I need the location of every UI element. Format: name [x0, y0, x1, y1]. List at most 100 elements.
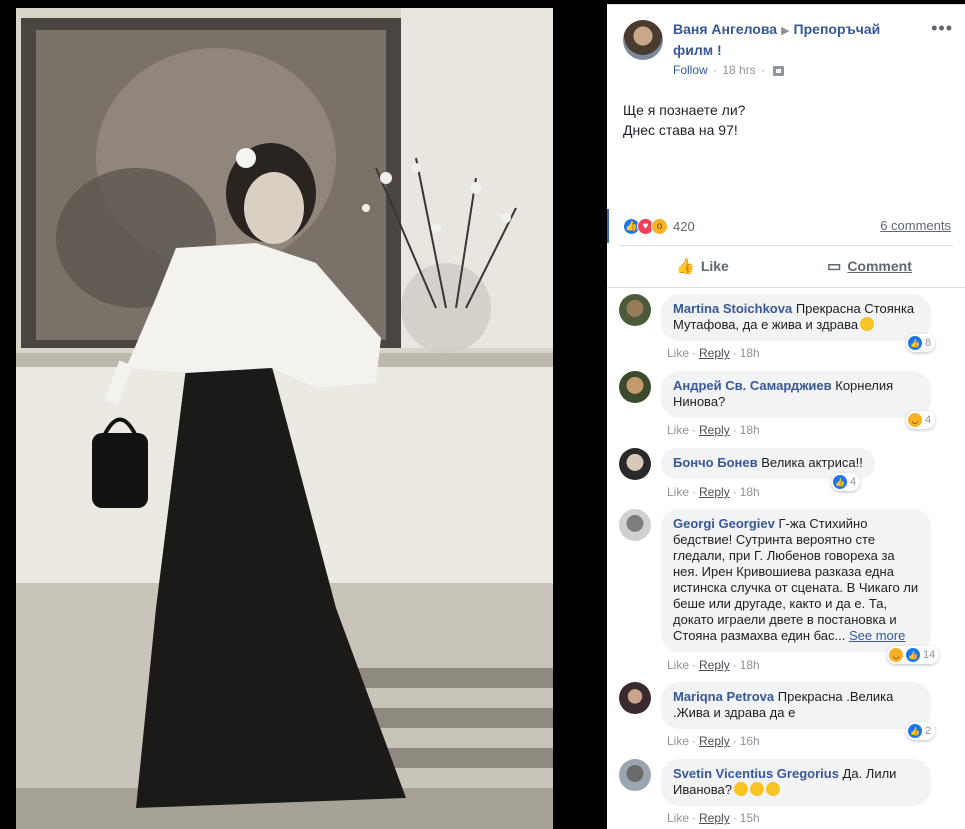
post-header: Ваня Ангелова ▶ Препоръчай филм ! Follow ·… [623, 19, 953, 80]
comment-icon: ▭ [827, 258, 842, 275]
comment-like-link[interactable]: Like [667, 346, 689, 360]
comment-reaction-count: 14 [923, 649, 936, 661]
comment-button[interactable]: ▭ Comment [786, 250, 953, 282]
privacy-icon[interactable] [773, 65, 785, 76]
commenter-avatar[interactable] [619, 294, 651, 326]
more-icon[interactable]: ••• [931, 19, 953, 37]
comment-reply-link[interactable]: Reply [699, 734, 730, 748]
action-separator: · [692, 658, 697, 672]
post-text-line: Днес става на 97! [623, 122, 738, 138]
comment-reactions[interactable]: 👍 8 [906, 334, 936, 352]
haha-reaction-icon: ◡ [889, 648, 903, 662]
comment-reaction-count: 4 [925, 414, 932, 426]
comment-bubble: Svetin Vicentius Gregorius Да. Лили Иван… [661, 759, 931, 806]
post-text-line: Ще я познаете ли? [623, 102, 746, 118]
like-label: Like [700, 258, 729, 274]
reaction-count: 420 [673, 218, 695, 234]
comment-reaction-count: 4 [850, 476, 857, 488]
rofl-emoji-icon [765, 782, 780, 796]
comment-like-link[interactable]: Like [667, 423, 689, 437]
action-separator: · [692, 811, 697, 825]
comment-text: Г-жа Стихийно бедствие! Сутринта вероятн… [673, 516, 919, 643]
comments-count-link[interactable]: 6 comments [880, 218, 951, 233]
comment-like-link[interactable]: Like [667, 485, 689, 499]
comment-reactions[interactable]: ◡ 👍 14 [887, 646, 940, 664]
comment-time[interactable]: 18h [740, 658, 760, 672]
comment-actions: Like · Reply · 18h [667, 658, 760, 672]
post-actions: 👍 Like ▭ Comment [619, 250, 953, 282]
comment-actions: Like · Reply · 16h [667, 734, 760, 748]
comment-reaction-count: 8 [925, 337, 932, 349]
commenter-avatar[interactable] [619, 448, 651, 480]
divider [607, 287, 965, 288]
divider [619, 245, 953, 246]
comment-bubble: Martina Stoichkova Прекрасна Стоянка Мут… [661, 294, 931, 341]
post-meta: Follow · 18 hrs · [673, 63, 785, 77]
commenter-name[interactable]: Андрей Св. Самарджиев [673, 378, 832, 393]
comment-time[interactable]: 18h [740, 346, 760, 360]
comment-time[interactable]: 18h [740, 423, 760, 437]
action-separator: · [732, 734, 737, 748]
comment-text: Велика актриса!! [761, 455, 863, 470]
post-panel: Ваня Ангелова ▶ Препоръчай филм ! Follow ·… [607, 4, 965, 829]
comment-reply-link[interactable]: Reply [699, 811, 730, 825]
like-reaction-icon: 👍 [908, 724, 922, 738]
focus-indicator [607, 209, 609, 243]
commenter-avatar[interactable] [619, 371, 651, 403]
comment-bubble: Андрей Св. Самарджиев Корнелия Нинова? [661, 371, 931, 418]
action-separator: · [732, 346, 737, 360]
like-reaction-icon: 👍 [833, 475, 847, 489]
like-button[interactable]: 👍 Like [619, 250, 786, 282]
vintage-photo [16, 8, 553, 829]
post-time[interactable]: 18 hrs [722, 63, 755, 77]
like-thumb-icon: 👍 [676, 258, 695, 275]
comment-reaction-count: 2 [925, 725, 932, 737]
commenter-name[interactable]: Georgi Georgiev [673, 516, 775, 531]
commenter-name[interactable]: Mariqna Petrova [673, 689, 774, 704]
comment-reactions[interactable]: ◡ 4 [906, 411, 936, 429]
commenter-avatar[interactable] [619, 509, 651, 541]
commenter-name[interactable]: Svetin Vicentius Gregorius [673, 766, 839, 781]
action-separator: · [692, 485, 697, 499]
comment-reactions[interactable]: 👍 2 [906, 722, 936, 740]
comment-actions: Like · Reply · 18h [667, 485, 760, 499]
comment-time[interactable]: 18h [740, 485, 760, 499]
commenter-name[interactable]: Martina Stoichkova [673, 301, 792, 316]
comment-like-link[interactable]: Like [667, 734, 689, 748]
comment-bubble: Georgi Georgiev Г-жа Стихийно бедствие! … [661, 509, 931, 652]
comment-reactions[interactable]: 👍 4 [831, 473, 861, 491]
comment-reply-link[interactable]: Reply [699, 485, 730, 499]
comment-reply-link[interactable]: Reply [699, 346, 730, 360]
action-separator: · [732, 485, 737, 499]
shared-arrow-icon: ▶ [781, 25, 790, 37]
author-name[interactable]: Ваня Ангелова [673, 21, 777, 37]
comment-time[interactable]: 15h [740, 811, 760, 825]
meta-separator: · [713, 63, 718, 77]
wow-reaction-icon: o [651, 217, 668, 235]
author-line: Ваня Ангелова ▶ Препоръчай филм ! [673, 20, 923, 60]
comment-actions: Like · Reply · 18h [667, 346, 760, 360]
action-separator: · [732, 423, 737, 437]
photo-viewer[interactable] [0, 0, 607, 829]
commenter-avatar[interactable] [619, 759, 651, 791]
rofl-emoji-icon [733, 782, 748, 796]
action-separator: · [692, 423, 697, 437]
comment-label: Comment [847, 258, 912, 274]
reaction-summary[interactable]: 👍 ♥ o 420 [623, 216, 695, 236]
author-avatar[interactable] [623, 20, 663, 60]
action-separator: · [692, 346, 697, 360]
comment-like-link[interactable]: Like [667, 658, 689, 672]
action-separator: · [732, 658, 737, 672]
comment-time[interactable]: 16h [740, 734, 760, 748]
smile-emoji-icon [860, 317, 875, 331]
comment-reply-link[interactable]: Reply [699, 423, 730, 437]
follow-link[interactable]: Follow [673, 63, 708, 77]
comment-like-link[interactable]: Like [667, 811, 689, 825]
action-separator: · [732, 811, 737, 825]
see-more-link[interactable]: See more [849, 628, 905, 643]
comment-reply-link[interactable]: Reply [699, 658, 730, 672]
haha-reaction-icon: ◡ [908, 413, 922, 427]
commenter-name[interactable]: Бончо Бонев [673, 455, 758, 470]
panel-top-divider [607, 4, 965, 5]
commenter-avatar[interactable] [619, 682, 651, 714]
